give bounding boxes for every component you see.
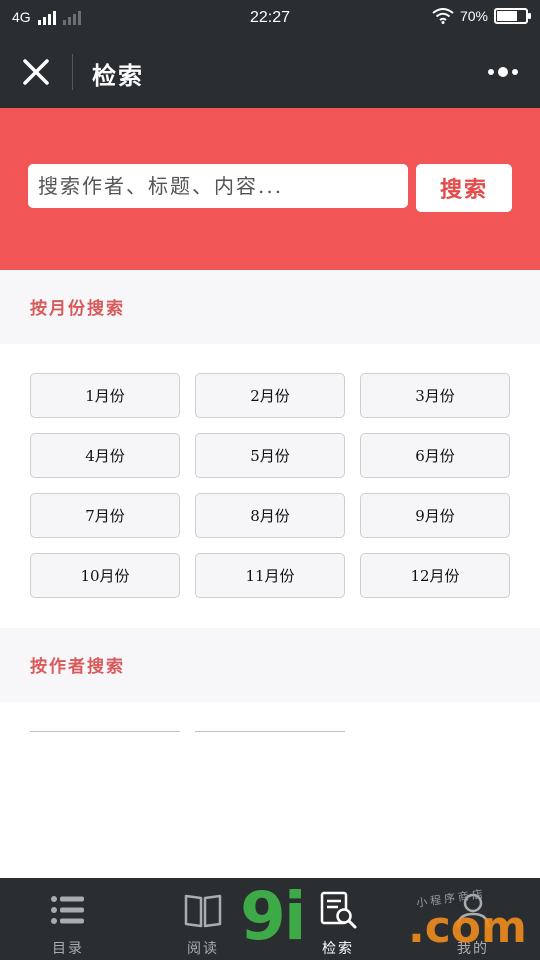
nav-divider xyxy=(72,54,73,90)
month-section-title: 按月份搜索 xyxy=(30,299,125,319)
user-icon xyxy=(456,893,490,928)
search-button[interactable]: 搜索 xyxy=(416,164,512,212)
tab-label: 目录 xyxy=(52,941,84,957)
tab-bar: 目录 阅读 检索 我的 xyxy=(0,878,540,960)
month-button-8[interactable]: 8月份 xyxy=(195,493,345,538)
month-section-header: 按月份搜索 xyxy=(0,270,540,344)
tab-label: 阅读 xyxy=(187,941,219,957)
month-button-10[interactable]: 10月份 xyxy=(30,553,180,598)
month-button-3[interactable]: 3月份 xyxy=(360,373,510,418)
author-list-divider xyxy=(30,731,180,732)
month-button-12[interactable]: 12月份 xyxy=(360,553,510,598)
author-section-header: 按作者搜索 xyxy=(0,628,540,702)
tab-reading[interactable]: 阅读 xyxy=(153,886,253,957)
month-button-1[interactable]: 1月份 xyxy=(30,373,180,418)
month-button-5[interactable]: 5月份 xyxy=(195,433,345,478)
more-dot-icon xyxy=(512,69,518,75)
more-options-button[interactable] xyxy=(488,64,520,80)
more-dot-icon xyxy=(488,69,494,75)
author-list-divider xyxy=(195,731,345,732)
status-right: 70% xyxy=(432,8,531,24)
tab-search[interactable]: 检索 xyxy=(288,886,388,957)
month-button-9[interactable]: 9月份 xyxy=(360,493,510,538)
tab-mine[interactable]: 我的 xyxy=(423,886,523,957)
list-icon xyxy=(51,896,84,924)
search-header: 搜索 xyxy=(0,108,540,270)
status-bar: 4G 22:27 70% xyxy=(0,0,540,36)
search-input[interactable] xyxy=(28,164,408,208)
search-doc-icon xyxy=(320,891,357,929)
author-section-title: 按作者搜索 xyxy=(30,657,125,677)
battery-percent: 70% xyxy=(459,8,488,24)
battery-icon xyxy=(494,8,531,24)
month-button-6[interactable]: 6月份 xyxy=(360,433,510,478)
more-dot-icon xyxy=(498,67,508,77)
month-button-2[interactable]: 2月份 xyxy=(195,373,345,418)
month-button-7[interactable]: 7月份 xyxy=(30,493,180,538)
wifi-icon xyxy=(432,8,454,24)
tab-label: 我的 xyxy=(457,941,489,957)
month-grid: 1月份 2月份 3月份 4月份 5月份 6月份 7月份 8月份 9月份 10月份… xyxy=(30,373,510,598)
nav-bar: 检索 xyxy=(0,36,540,108)
month-button-4[interactable]: 4月份 xyxy=(30,433,180,478)
book-icon xyxy=(184,894,222,928)
month-button-11[interactable]: 11月份 xyxy=(195,553,345,598)
page-title: 检索 xyxy=(92,61,144,90)
tab-label: 检索 xyxy=(322,941,354,957)
tab-catalog[interactable]: 目录 xyxy=(18,886,118,957)
close-icon[interactable] xyxy=(20,58,52,86)
